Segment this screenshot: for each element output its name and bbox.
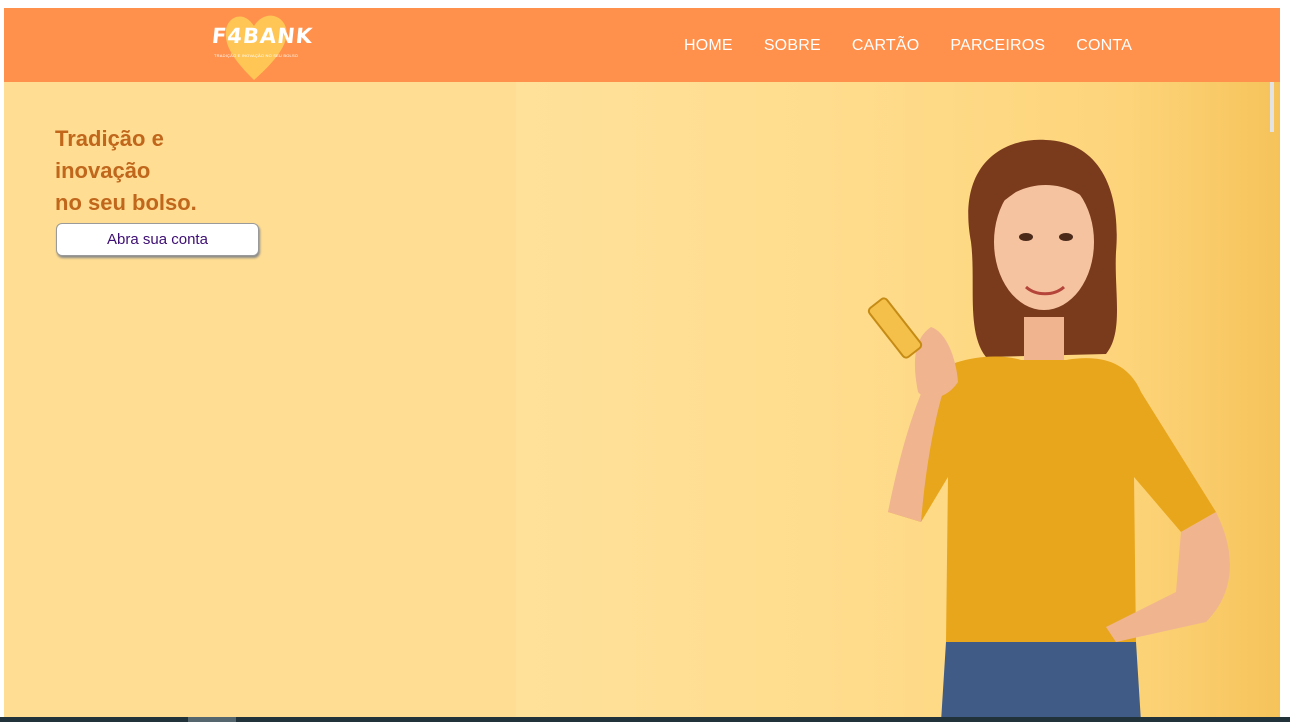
brand-name: F4BANK — [210, 24, 315, 48]
vertical-scrollbar[interactable] — [1270, 82, 1274, 132]
hero-image — [516, 82, 1280, 717]
open-account-button[interactable]: Abra sua conta — [56, 223, 259, 256]
nav-home[interactable]: HOME — [684, 37, 733, 55]
woman-photo-illustration — [867, 139, 1230, 717]
headline-line-3: no seu bolso. — [55, 189, 197, 215]
main-nav: HOME SOBRE CARTÃO PARCEIROS CONTA — [684, 37, 1163, 55]
brand-tagline: TRADIÇÃO E INOVAÇÃO NO SEU BOLSO — [214, 53, 299, 58]
scrollbar-thumb[interactable] — [188, 717, 236, 722]
nav-sobre[interactable]: SOBRE — [764, 37, 821, 55]
hero-headline: Tradição e inovação no seu bolso. — [55, 123, 197, 219]
nav-cartao[interactable]: CARTÃO — [852, 37, 920, 55]
nav-parceiros[interactable]: PARCEIROS — [950, 37, 1045, 55]
headline-line-1: Tradição e — [55, 125, 164, 151]
nav-conta[interactable]: CONTA — [1076, 37, 1132, 55]
page-viewport: F4BANK TRADIÇÃO E INOVAÇÃO NO SEU BOLSO … — [4, 8, 1280, 717]
brand-logo[interactable]: F4BANK TRADIÇÃO E INOVAÇÃO NO SEU BOLSO — [204, 8, 314, 82]
navbar: F4BANK TRADIÇÃO E INOVAÇÃO NO SEU BOLSO … — [4, 8, 1280, 82]
headline-line-2: inovação — [55, 157, 151, 183]
